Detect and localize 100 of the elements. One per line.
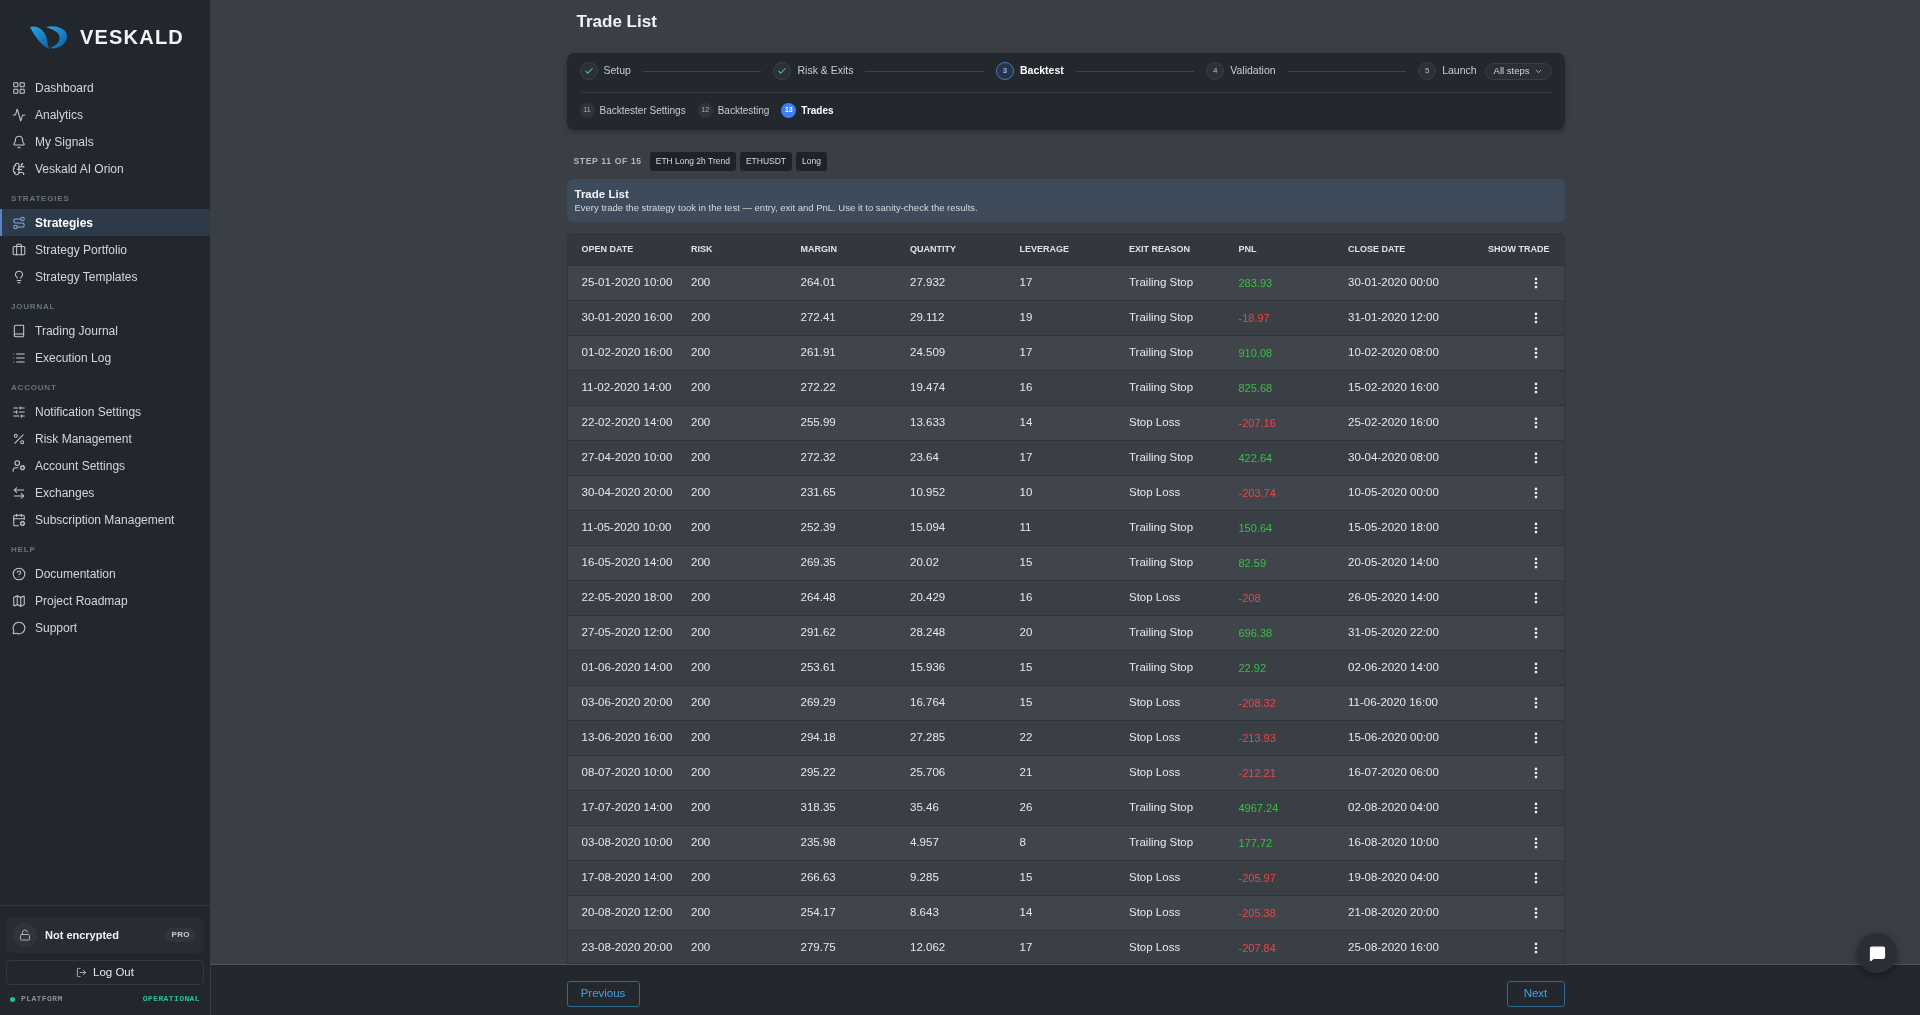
route-icon bbox=[12, 215, 26, 230]
table-cell-text: 16.764 bbox=[910, 695, 946, 711]
table-cell-text: -18.97 bbox=[1238, 310, 1270, 326]
table-cell-text: 26-05-2020 14:00 bbox=[1348, 590, 1439, 606]
sliders-icon bbox=[12, 404, 26, 419]
table-cell-text: 200 bbox=[691, 940, 711, 956]
table-cell-text: 15-02-2020 16:00 bbox=[1348, 380, 1439, 396]
platform-label: PLATFORM bbox=[21, 993, 64, 1005]
table-cell-text: 19-08-2020 04:00 bbox=[1348, 870, 1439, 886]
sidebar-item[interactable]: Analytics bbox=[0, 101, 210, 128]
sidebar-item[interactable]: Strategy Templates bbox=[0, 263, 210, 290]
table-cell-text: 22.92 bbox=[1238, 660, 1267, 676]
table-cell-text: 9.285 bbox=[910, 870, 939, 886]
table-cell-text: 35.46 bbox=[910, 800, 939, 816]
wizard-step[interactable]: 4 Validation bbox=[1206, 62, 1276, 80]
sidebar-item[interactable]: Account Settings bbox=[0, 452, 210, 479]
table-cell-text: 150.64 bbox=[1238, 520, 1273, 536]
briefcase-icon bbox=[12, 242, 26, 257]
table-cell-text: 11-02-2020 14:00 bbox=[581, 380, 672, 396]
sidebar-item[interactable]: Strategy Portfolio bbox=[0, 236, 210, 263]
table-cell-text: 254.17 bbox=[800, 905, 836, 921]
table-cell-text: 17-08-2020 14:00 bbox=[581, 870, 673, 886]
table-cell-text: 295.22 bbox=[800, 765, 836, 781]
table-cell-text: 25-08-2020 16:00 bbox=[1348, 940, 1439, 956]
table-cell-text: 10 bbox=[1019, 485, 1033, 501]
table-cell-text: 283.93 bbox=[1238, 275, 1273, 291]
table-cell-text: -212.21 bbox=[1238, 765, 1276, 781]
arrows-icon bbox=[12, 485, 26, 500]
logout-icon bbox=[76, 967, 88, 978]
table-cell-text: Trailing Stop bbox=[1129, 310, 1194, 326]
logo-icon bbox=[30, 24, 68, 50]
table-cell-text: 8.643 bbox=[910, 905, 939, 921]
sidebar-item[interactable]: Execution Log bbox=[0, 344, 210, 371]
table-cell-text: Trailing Stop bbox=[1129, 555, 1194, 571]
page-title: Trade List bbox=[575, 11, 658, 32]
table-cell-text: 231.65 bbox=[800, 485, 836, 501]
table-cell-text: 318.35 bbox=[800, 800, 836, 816]
table-cell-text: 20 bbox=[1019, 625, 1033, 641]
platform-status: OPERATIONAL bbox=[142, 993, 200, 1005]
table-cell-text: 17-07-2020 14:00 bbox=[581, 800, 673, 816]
table-cell-text: 696.38 bbox=[1238, 625, 1273, 641]
sidebar-item[interactable]: Project Roadmap bbox=[0, 587, 210, 614]
banner-text: Every trade the strategy took in the test — entry, exit and PnL. Use it to sanity-check the results. bbox=[574, 201, 979, 214]
wizard-step[interactable]: 5 Launch bbox=[1418, 62, 1477, 80]
table-cell-text: 825.68 bbox=[1238, 380, 1273, 396]
logout-button[interactable]: Log Out bbox=[6, 960, 204, 985]
all-steps-dropdown[interactable]: All steps bbox=[1484, 62, 1552, 80]
sidebar-item[interactable]: Strategies bbox=[0, 209, 210, 236]
table-cell-text: 200 bbox=[691, 310, 711, 326]
sidebar-item[interactable]: Veskald AI Orion bbox=[0, 155, 210, 182]
column-header: RISK bbox=[691, 242, 714, 256]
sidebar-item[interactable]: Exchanges bbox=[0, 479, 210, 506]
previous-button[interactable]: Previous bbox=[566, 981, 640, 1007]
table-cell-text: 200 bbox=[691, 800, 711, 816]
help-icon bbox=[12, 566, 26, 581]
table-cell-text: 8 bbox=[1019, 835, 1026, 851]
table-cell-text: 30-01-2020 00:00 bbox=[1348, 275, 1439, 291]
user-gear-icon bbox=[12, 458, 26, 473]
percent-icon bbox=[12, 431, 26, 446]
table-cell-text: 4.957 bbox=[910, 835, 939, 851]
table-cell-text: 14 bbox=[1019, 415, 1033, 431]
sidebar-item[interactable]: Dashboard bbox=[0, 74, 210, 101]
chat-button[interactable] bbox=[1857, 933, 1897, 973]
table-cell-text: Trailing Stop bbox=[1129, 345, 1194, 361]
table-cell-text: Trailing Stop bbox=[1129, 800, 1194, 816]
table-cell-text: Stop Loss bbox=[1129, 415, 1181, 431]
section-heading: ACCOUNT bbox=[11, 383, 58, 392]
table-cell-text: 30-04-2020 20:00 bbox=[581, 485, 673, 501]
table-cell-text: 30-04-2020 08:00 bbox=[1348, 450, 1439, 466]
table-cell-text: 20.02 bbox=[910, 555, 939, 571]
sidebar-item[interactable]: My Signals bbox=[0, 128, 210, 155]
table-cell-text: 200 bbox=[691, 765, 711, 781]
table-cell-text: 01-06-2020 14:00 bbox=[581, 660, 673, 676]
sidebar-item[interactable]: Trading Journal bbox=[0, 317, 210, 344]
table-cell-text: 16-07-2020 06:00 bbox=[1348, 765, 1439, 781]
table-cell-text: 23-08-2020 20:00 bbox=[581, 940, 673, 956]
speech-bubble-icon bbox=[12, 620, 26, 635]
table-cell-text: 02-06-2020 14:00 bbox=[1348, 660, 1439, 676]
table-cell-text: 200 bbox=[691, 485, 711, 501]
sidebar-item[interactable]: Documentation bbox=[0, 560, 210, 587]
table-cell-text: 27.285 bbox=[910, 730, 946, 746]
banner-title: Trade List bbox=[574, 187, 630, 201]
table-cell-text: 28.248 bbox=[910, 625, 946, 641]
table-cell-text: 03-08-2020 10:00 bbox=[581, 835, 673, 851]
sidebar-item[interactable]: Subscription Management bbox=[0, 506, 210, 533]
section-heading: JOURNAL bbox=[11, 302, 57, 311]
table-cell-text: 01-02-2020 16:00 bbox=[581, 345, 673, 361]
wizard-step[interactable]: Setup bbox=[579, 62, 631, 80]
step-number: 4 bbox=[1206, 62, 1225, 80]
next-button[interactable]: Next bbox=[1506, 981, 1565, 1007]
table-cell-text: 08-07-2020 10:00 bbox=[581, 765, 673, 781]
wizard-step[interactable]: 3 Backtest bbox=[996, 62, 1064, 80]
sidebar-item[interactable]: Notification Settings bbox=[0, 398, 210, 425]
table-cell-text: 16 bbox=[1019, 380, 1033, 396]
wizard-step[interactable]: Risk & Exits bbox=[773, 62, 854, 80]
step-number: 5 bbox=[1418, 62, 1437, 80]
sidebar-item[interactable]: Support bbox=[0, 614, 210, 641]
table-cell-text: Trailing Stop bbox=[1129, 380, 1194, 396]
section-heading: HELP bbox=[11, 545, 37, 554]
sidebar-item[interactable]: Risk Management bbox=[0, 425, 210, 452]
